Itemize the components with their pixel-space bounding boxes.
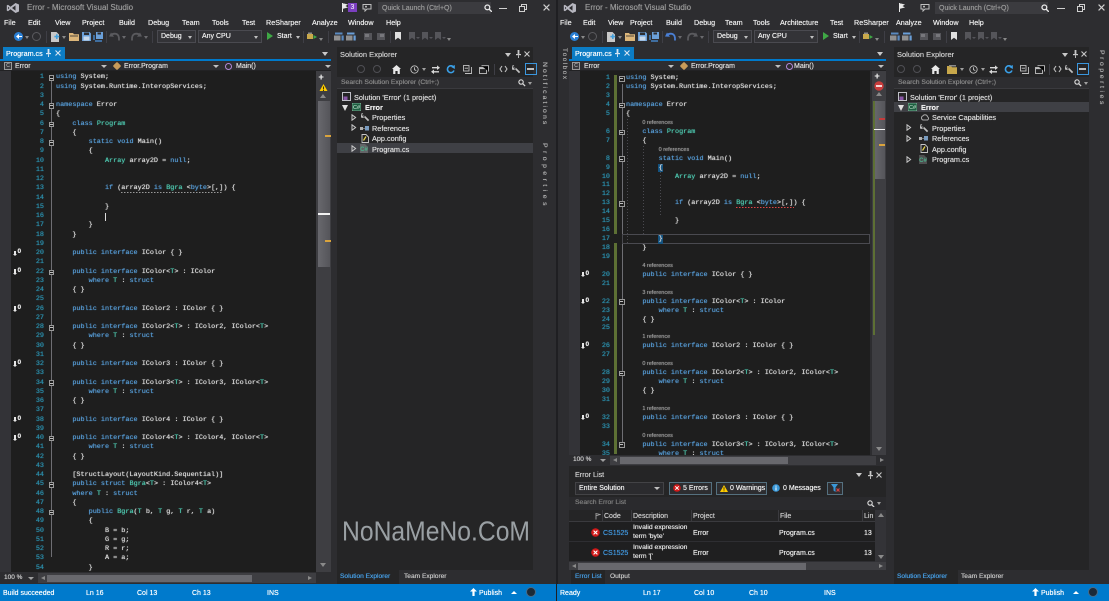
svg-text:C#: C# (360, 147, 368, 153)
svg-text:NoNaMeNo.CoM: NoNaMeNo.CoM (342, 516, 530, 547)
svg-text:C#: C# (353, 105, 361, 111)
svg-text:C#: C# (919, 158, 927, 164)
svg-text:C#: C# (909, 105, 917, 111)
